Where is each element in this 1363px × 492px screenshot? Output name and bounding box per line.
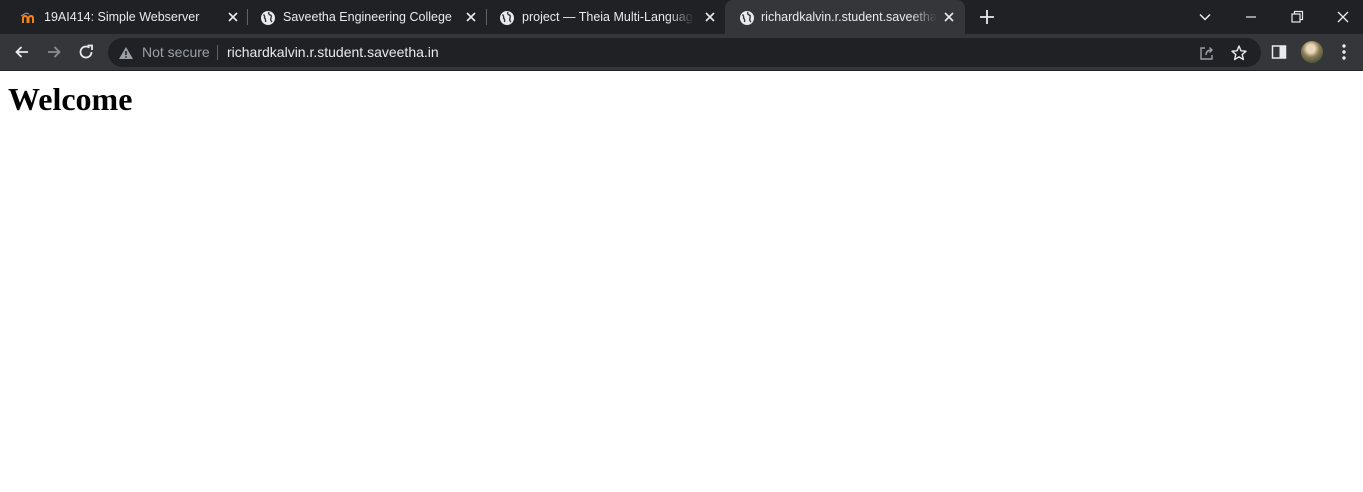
tab-richardkalvin[interactable]: richardkalvin.r.student.saveetha.in: [725, 0, 965, 34]
profile-avatar[interactable]: [1301, 41, 1323, 63]
close-icon[interactable]: [226, 10, 240, 24]
close-icon[interactable]: [942, 10, 956, 24]
page-viewport: Welcome: [0, 71, 1363, 492]
tab-title: richardkalvin.r.student.saveetha.in: [761, 10, 937, 24]
new-tab-icon[interactable]: [978, 8, 996, 26]
side-panel-icon[interactable]: [1270, 43, 1288, 61]
address-divider: [217, 45, 218, 60]
globe-icon: [740, 11, 754, 25]
browser-toolbar: Not secure richardkalvin.r.student.savee…: [0, 34, 1363, 71]
close-icon[interactable]: [464, 10, 478, 24]
close-icon[interactable]: [703, 10, 717, 24]
tab-title: 19AI414: Simple Webserver: [44, 10, 200, 24]
window-close-icon[interactable]: [1333, 7, 1353, 27]
more-menu-icon[interactable]: [1335, 42, 1353, 62]
minimize-icon[interactable]: [1241, 7, 1261, 27]
url-text[interactable]: richardkalvin.r.student.saveetha.in: [227, 44, 439, 61]
tab-theia-project[interactable]: project — Theia Multi-Language: [485, 0, 725, 34]
moodle-icon: [20, 12, 34, 23]
tab-saveetha-engineering-college[interactable]: Saveetha Engineering College: [246, 0, 486, 34]
back-arrow-icon[interactable]: [12, 42, 32, 62]
forward-arrow-icon[interactable]: [44, 42, 64, 62]
page-heading: Welcome: [8, 81, 133, 117]
restore-icon[interactable]: [1287, 7, 1307, 27]
globe-icon: [261, 11, 275, 25]
address-bar[interactable]: Not secure richardkalvin.r.student.savee…: [108, 38, 1261, 67]
globe-icon: [500, 11, 514, 25]
tab-moodle[interactable]: 19AI414: Simple Webserver: [6, 0, 246, 34]
not-secure-warning-icon[interactable]: [118, 45, 134, 61]
share-icon[interactable]: [1198, 44, 1216, 62]
tab-title: Saveetha Engineering College: [283, 10, 452, 24]
tab-search-chevron-down-icon[interactable]: [1195, 7, 1215, 27]
reload-icon[interactable]: [76, 42, 96, 62]
security-status-label[interactable]: Not secure: [142, 44, 210, 61]
tab-title: project — Theia Multi-Language: [522, 10, 694, 24]
bookmark-star-icon[interactable]: [1230, 44, 1248, 62]
tab-strip: 19AI414: Simple Webserver Saveetha Engin…: [0, 0, 1363, 34]
